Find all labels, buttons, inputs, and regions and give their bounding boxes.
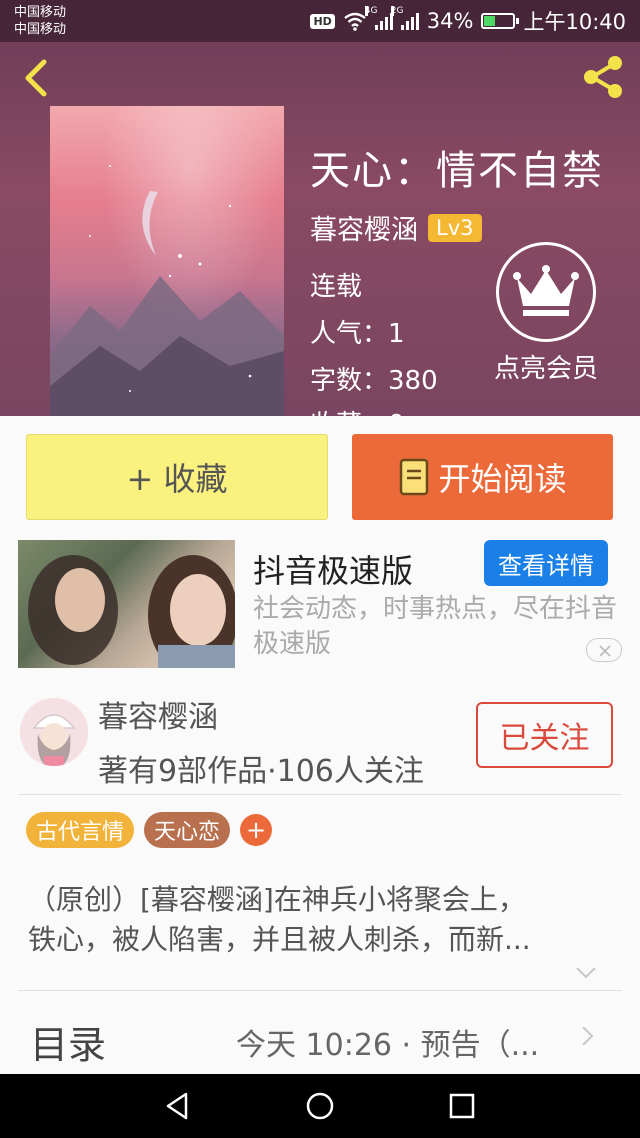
battery-icon — [481, 13, 520, 29]
vip-label: 点亮会员 — [493, 354, 598, 384]
signal-icon-2: 2G — [390, 6, 419, 30]
crown-icon-circle — [496, 242, 596, 342]
author-line: 暮容樱涵 Lv3 — [310, 208, 482, 247]
book-header: 中国移动 中国移动 HD 4G 2G 34% 上午10:40 天心：情不自禁 暮… — [0, 0, 640, 416]
author-card-stats: 著有9部作品·106人关注 — [98, 754, 424, 789]
book-icon — [400, 458, 429, 496]
serial-status: 连载 — [310, 272, 363, 302]
share-icon — [584, 56, 622, 98]
vip-button[interactable]: 点亮会员 — [486, 242, 606, 385]
follow-button[interactable]: 已关注 — [476, 702, 613, 768]
nav-home-icon[interactable] — [304, 1090, 336, 1122]
ad-details-button[interactable]: 查看详情 — [484, 540, 608, 586]
book-intro[interactable]: （原创）[暮容樱涵]在神兵小将聚会上， 铁心，被人陷害，并且被人刺杀，而新... — [28, 880, 610, 960]
divider — [18, 794, 622, 795]
book-cover[interactable] — [50, 106, 284, 416]
favorite-button[interactable]: + 收藏 — [26, 434, 328, 520]
author-card[interactable]: 暮容樱涵 著有9部作品·106人关注 已关注 — [0, 672, 640, 796]
table-of-contents-row[interactable]: 目录 今天 10:26 · 预告（... — [0, 994, 640, 1074]
status-icons: HD 4G 2G 34% 上午10:40 — [310, 6, 626, 36]
nav-recents-icon[interactable] — [446, 1090, 478, 1122]
ad-image[interactable] — [18, 540, 235, 668]
toc-label: 目录 — [30, 1023, 107, 1067]
crown-icon — [513, 265, 579, 316]
favorite-count: 收藏：0 — [310, 404, 405, 416]
wifi-icon — [344, 12, 366, 31]
toc-latest-chapter: 今天 10:26 · 预告（... — [236, 1028, 540, 1063]
chevron-down-icon[interactable] — [574, 964, 598, 982]
share-button[interactable] — [578, 52, 628, 102]
avatar[interactable] — [20, 698, 88, 766]
start-reading-button[interactable]: 开始阅读 — [352, 434, 613, 520]
popularity: 人气：1 — [310, 319, 405, 349]
divider — [18, 990, 622, 991]
action-row: + 收藏 开始阅读 — [0, 416, 640, 532]
ad-description: 社会动态，时事热点，尽在抖音极速版 — [253, 594, 618, 659]
carrier-info: 中国移动 中国移动 — [14, 4, 66, 38]
hd-icon: HD — [310, 13, 335, 29]
ad-title: 抖音极速版 — [253, 552, 414, 590]
tag-ancient-romance[interactable]: 古代言情 — [26, 812, 135, 848]
start-reading-label: 开始阅读 — [438, 460, 567, 498]
author-card-name: 暮容樱涵 — [98, 700, 218, 735]
close-icon — [599, 645, 611, 657]
carrier-2: 中国移动 — [14, 22, 67, 37]
word-count: 字数：380 — [310, 366, 438, 396]
ad-close-button[interactable] — [586, 638, 622, 662]
favorite-label: + 收藏 — [126, 460, 228, 498]
avatar-image — [20, 698, 88, 766]
tag-tianxin[interactable]: 天心恋 — [144, 812, 231, 848]
nav-back-icon[interactable] — [162, 1090, 194, 1122]
clock: 上午10:40 — [523, 10, 626, 34]
back-icon — [25, 59, 47, 97]
cover-art — [50, 165, 284, 416]
chevron-right-icon — [582, 1026, 594, 1046]
intro-line: 铁心，被人陷害，并且被人刺杀，而新... — [28, 923, 531, 956]
add-tag-button[interactable]: + — [240, 814, 273, 846]
system-nav-bar — [0, 1074, 640, 1138]
battery-percent: 34% — [426, 9, 474, 33]
book-title: 天心：情不自禁 — [310, 148, 604, 194]
tag-list: 古代言情 天心恋 + — [26, 812, 273, 848]
ad-photo — [28, 555, 235, 668]
intro-line: （原创）[暮容樱涵]在神兵小将聚会上， — [28, 883, 526, 916]
status-bar: 中国移动 中国移动 HD 4G 2G 34% 上午10:40 — [0, 0, 640, 42]
back-button[interactable] — [14, 52, 58, 102]
author-name[interactable]: 暮容樱涵 — [310, 208, 418, 247]
level-badge: Lv3 — [428, 213, 482, 242]
carrier-1: 中国移动 — [14, 5, 67, 20]
ad-card[interactable]: 抖音极速版 查看详情 社会动态，时事热点，尽在抖音极速版 — [0, 532, 640, 672]
